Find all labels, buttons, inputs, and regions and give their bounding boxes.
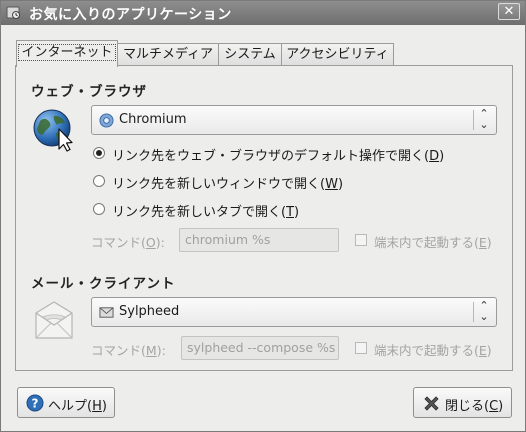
- tab-multimedia[interactable]: マルチメディア: [117, 43, 219, 66]
- radio-label: リンク先を新しいウィンドウで開く(W): [112, 177, 344, 192]
- tab-internet[interactable]: インターネット: [16, 40, 118, 67]
- browser-terminal-checkbox[interactable]: [355, 234, 367, 246]
- tab-system[interactable]: システム: [218, 43, 282, 66]
- radio-label: リンク先を新しいタブで開く(T): [112, 205, 300, 220]
- close-icon: ✕: [503, 4, 515, 19]
- close-button[interactable]: 閉じる(C): [413, 387, 512, 418]
- tab-accessibility[interactable]: アクセシビリティ: [281, 43, 394, 66]
- updown-arrows-icon: ⌃ ⌄: [479, 107, 489, 131]
- window-close-button[interactable]: ✕: [498, 3, 520, 20]
- mail-envelope-icon: [35, 301, 73, 339]
- sylpheed-icon: [99, 307, 114, 318]
- browser-terminal-label: 端末内で起動する(E): [374, 235, 492, 250]
- close-x-icon: [424, 396, 439, 411]
- radio-button[interactable]: [93, 203, 105, 215]
- mail-command-label: コマンド(M):: [91, 343, 166, 358]
- help-icon: ?: [26, 394, 44, 412]
- mail-command-field[interactable]: sylpheed --compose %s: [181, 336, 339, 360]
- preferred-apps-icon: [6, 6, 20, 19]
- browser-command-field[interactable]: chromium %s: [179, 228, 339, 252]
- preferred-applications-window: お気に入りのアプリケーション ✕ インターネット マルチメディア システム アク…: [0, 0, 526, 432]
- web-browser-heading: ウェブ・ブラウザ: [31, 84, 147, 100]
- mail-terminal-checkbox[interactable]: [355, 342, 367, 354]
- globe-icon: [33, 109, 73, 152]
- combo-separator: [473, 302, 474, 322]
- web-browser-combo[interactable]: Chromium ⌃ ⌄: [91, 105, 497, 135]
- help-button[interactable]: ? ヘルプ(H): [17, 387, 115, 418]
- mail-client-heading: メール・クライアント: [31, 276, 176, 292]
- chromium-icon: [99, 113, 114, 128]
- updown-arrows-icon: ⌃ ⌄: [479, 299, 489, 323]
- mail-client-combo[interactable]: Sylpheed ⌃ ⌄: [91, 297, 497, 327]
- window-title: お気に入りのアプリケーション: [29, 7, 232, 23]
- title-bar[interactable]: お気に入りのアプリケーション ✕: [1, 1, 525, 25]
- radio-button[interactable]: [93, 147, 105, 159]
- radio-label: リンク先をウェブ・ブラウザのデフォルト操作で開く(D): [112, 149, 445, 164]
- radio-button[interactable]: [93, 175, 105, 187]
- combo-separator: [473, 110, 474, 130]
- browser-command-label: コマンド(O):: [91, 235, 165, 250]
- help-button-label: ヘルプ(H): [48, 399, 107, 414]
- close-button-label: 閉じる(C): [445, 399, 504, 414]
- svg-text:?: ?: [32, 397, 39, 411]
- mail-client-selected: Sylpheed: [119, 304, 180, 319]
- mail-terminal-label: 端末内で起動する(E): [374, 343, 492, 358]
- web-browser-selected: Chromium: [119, 112, 187, 127]
